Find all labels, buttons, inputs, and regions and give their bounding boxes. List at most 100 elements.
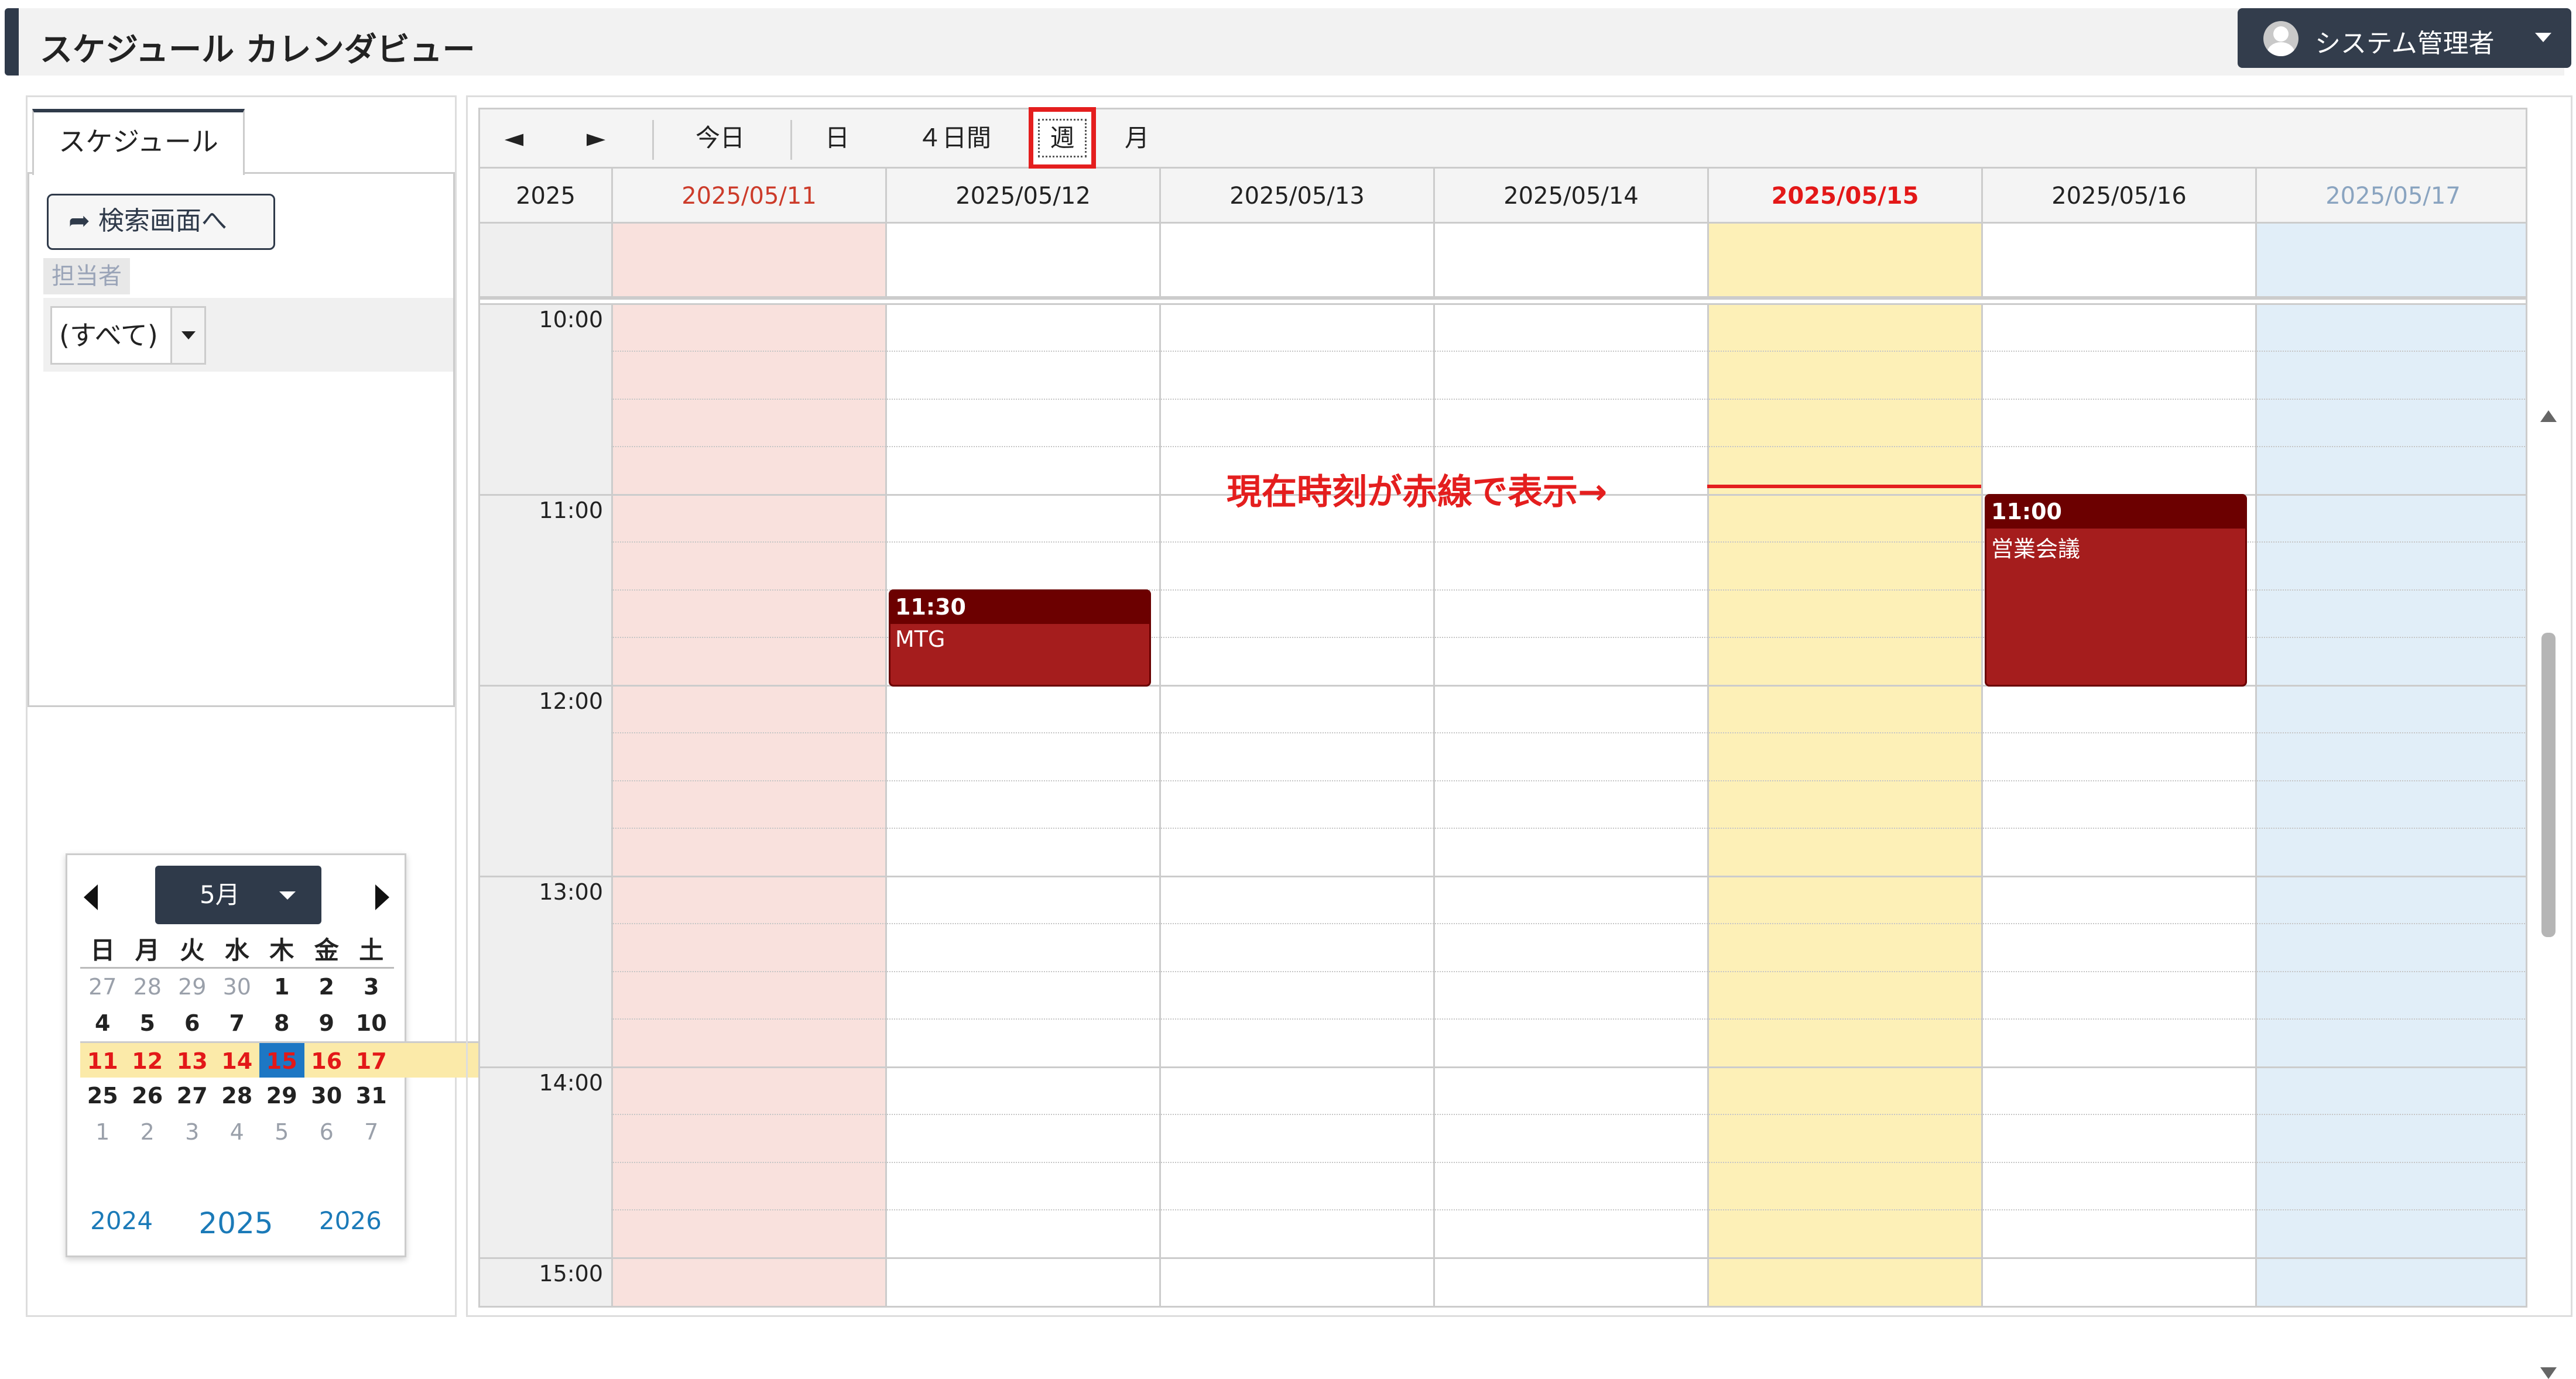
all-day-cell[interactable] [885,224,1159,296]
day-header-tue[interactable]: 2025/05/13 [1159,169,1433,224]
year-link-current[interactable]: 2025 [198,1206,273,1240]
vertical-scrollbar[interactable] [2534,179,2563,1379]
scroll-up-icon[interactable] [2540,410,2557,422]
hour-line [480,1257,2526,1259]
user-menu-button[interactable]: システム管理者 [2238,8,2571,68]
date-cell[interactable]: 6 [304,1114,350,1150]
day-column-sun[interactable] [611,303,885,1306]
all-day-cell[interactable] [611,224,885,296]
date-cell[interactable]: 14 [215,1043,260,1078]
day-header-mon[interactable]: 2025/05/12 [885,169,1159,224]
date-cell[interactable]: 2 [304,969,350,1005]
date-cell[interactable]: 7 [215,1005,260,1041]
hour-label: 14:00 [539,1070,603,1096]
day-column-tue[interactable] [1159,303,1433,1306]
event-time: 11:00 [1986,496,2245,529]
today-date-cell[interactable]: 15 [259,1043,304,1078]
day-view-button[interactable]: 日 [820,121,855,155]
day-column-today[interactable] [1707,303,1981,1306]
date-cell[interactable]: 4 [215,1114,260,1150]
date-cell[interactable]: 27 [170,1078,215,1114]
page-title: スケジュール カレンダビュー [40,31,475,69]
day-header-fri[interactable]: 2025/05/16 [1981,169,2255,224]
week-view-button[interactable]: 週 [1029,107,1096,169]
week-row: 4 5 6 7 8 9 10 [80,1005,394,1041]
weekday-header: 日 月 火 水 木 金 土 [80,932,394,969]
all-day-cell[interactable] [1707,224,1981,296]
page-header: スケジュール カレンダビュー [5,8,2564,76]
day-header-wed[interactable]: 2025/05/14 [1433,169,1707,224]
time-gutter: 10:00 11:00 12:00 13:00 14:00 15:00 [480,303,611,1306]
week-row: 25 26 27 28 29 30 31 [80,1078,394,1114]
day-column-mon[interactable] [885,303,1159,1306]
date-cell[interactable]: 27 [80,969,125,1005]
date-cell[interactable]: 10 [349,1005,394,1041]
quarter-line [611,351,2526,352]
scroll-down-icon[interactable] [2540,1367,2557,1379]
date-cell[interactable]: 6 [170,1005,215,1041]
all-day-cell[interactable] [2255,224,2526,296]
year-label: 2025 [516,183,576,210]
date-cell[interactable]: 26 [125,1078,170,1114]
date-cell[interactable]: 5 [259,1114,304,1150]
mini-calendar: 5月 日 月 火 水 木 金 土 27 28 29 30 1 2 3 4 5 6… [66,853,2129,1257]
all-day-cell[interactable] [1433,224,1707,296]
date-cell[interactable]: 17 [349,1043,394,1078]
date-cell[interactable]: 4 [80,1005,125,1041]
date-cell[interactable]: 28 [215,1078,260,1114]
month-view-button[interactable]: 月 [1119,121,1155,155]
day-column-sat[interactable] [2255,303,2526,1306]
week-calendar: 2025 2025/05/11 2025/05/12 2025/05/13 20… [478,169,2527,1308]
date-cell[interactable]: 29 [259,1078,304,1114]
date-cell[interactable]: 11 [80,1043,125,1078]
quarter-line [611,1209,2526,1210]
day-header-today[interactable]: 2025/05/15 [1707,169,1981,224]
date-cell[interactable]: 9 [304,1005,350,1041]
prev-month-icon[interactable] [84,884,98,910]
date-cell[interactable]: 29 [170,969,215,1005]
date-cell[interactable]: 5 [125,1005,170,1041]
day-header-sat[interactable]: 2025/05/17 [2255,169,2526,224]
scroll-thumb[interactable] [2541,633,2556,937]
date-cell[interactable]: 3 [349,969,394,1005]
user-name: システム管理者 [2315,29,2495,59]
year-link-next[interactable]: 2026 [319,1206,382,1240]
assignee-select[interactable]: (すべて) [50,306,206,365]
date-cell[interactable]: 16 [304,1043,350,1078]
date-cell[interactable]: 7 [349,1114,394,1150]
today-button[interactable]: 今日 [685,121,755,155]
date-cell[interactable]: 28 [125,969,170,1005]
toolbar-divider [652,120,654,160]
date-cell[interactable]: 13 [170,1043,215,1078]
prev-button[interactable]: ◄ [496,121,532,155]
all-day-cell[interactable] [1981,224,2255,296]
event-mtg[interactable]: 11:30 MTG [889,589,1151,687]
all-day-cell[interactable] [1159,224,1433,296]
date-cell[interactable]: 31 [349,1078,394,1114]
time-grid: 10:00 11:00 12:00 13:00 14:00 15:00 11:3… [480,303,2526,1306]
date-cell[interactable]: 3 [170,1114,215,1150]
dropdown-arrow-icon[interactable] [170,308,204,363]
month-select[interactable]: 5月 [155,866,321,924]
date-cell[interactable]: 1 [80,1114,125,1150]
date-cell[interactable]: 2 [125,1114,170,1150]
year-link-prev[interactable]: 2024 [90,1206,153,1240]
next-button[interactable]: ► [578,121,614,155]
hour-label: 15:00 [539,1261,603,1287]
next-month-icon[interactable] [375,884,389,910]
tab-schedule[interactable]: スケジュール [32,109,245,175]
day-column-fri[interactable] [1981,303,2255,1306]
search-screen-button[interactable]: ➦ 検索画面へ [47,194,275,250]
day-header-sun[interactable]: 2025/05/11 [611,169,885,224]
date-cell[interactable]: 1 [259,969,304,1005]
assignee-value: (すべて) [59,320,158,351]
date-cell[interactable]: 8 [259,1005,304,1041]
date-cell[interactable]: 12 [125,1043,170,1078]
date-cell[interactable]: 30 [215,969,260,1005]
hour-label: 11:00 [539,498,603,523]
date-cell[interactable]: 25 [80,1078,125,1114]
date-cell[interactable]: 30 [304,1078,350,1114]
four-day-view-button[interactable]: ４日間 [902,121,1007,155]
day-column-wed[interactable] [1433,303,1707,1306]
event-sales-meeting[interactable]: 11:00 営業会議 [1985,494,2247,687]
